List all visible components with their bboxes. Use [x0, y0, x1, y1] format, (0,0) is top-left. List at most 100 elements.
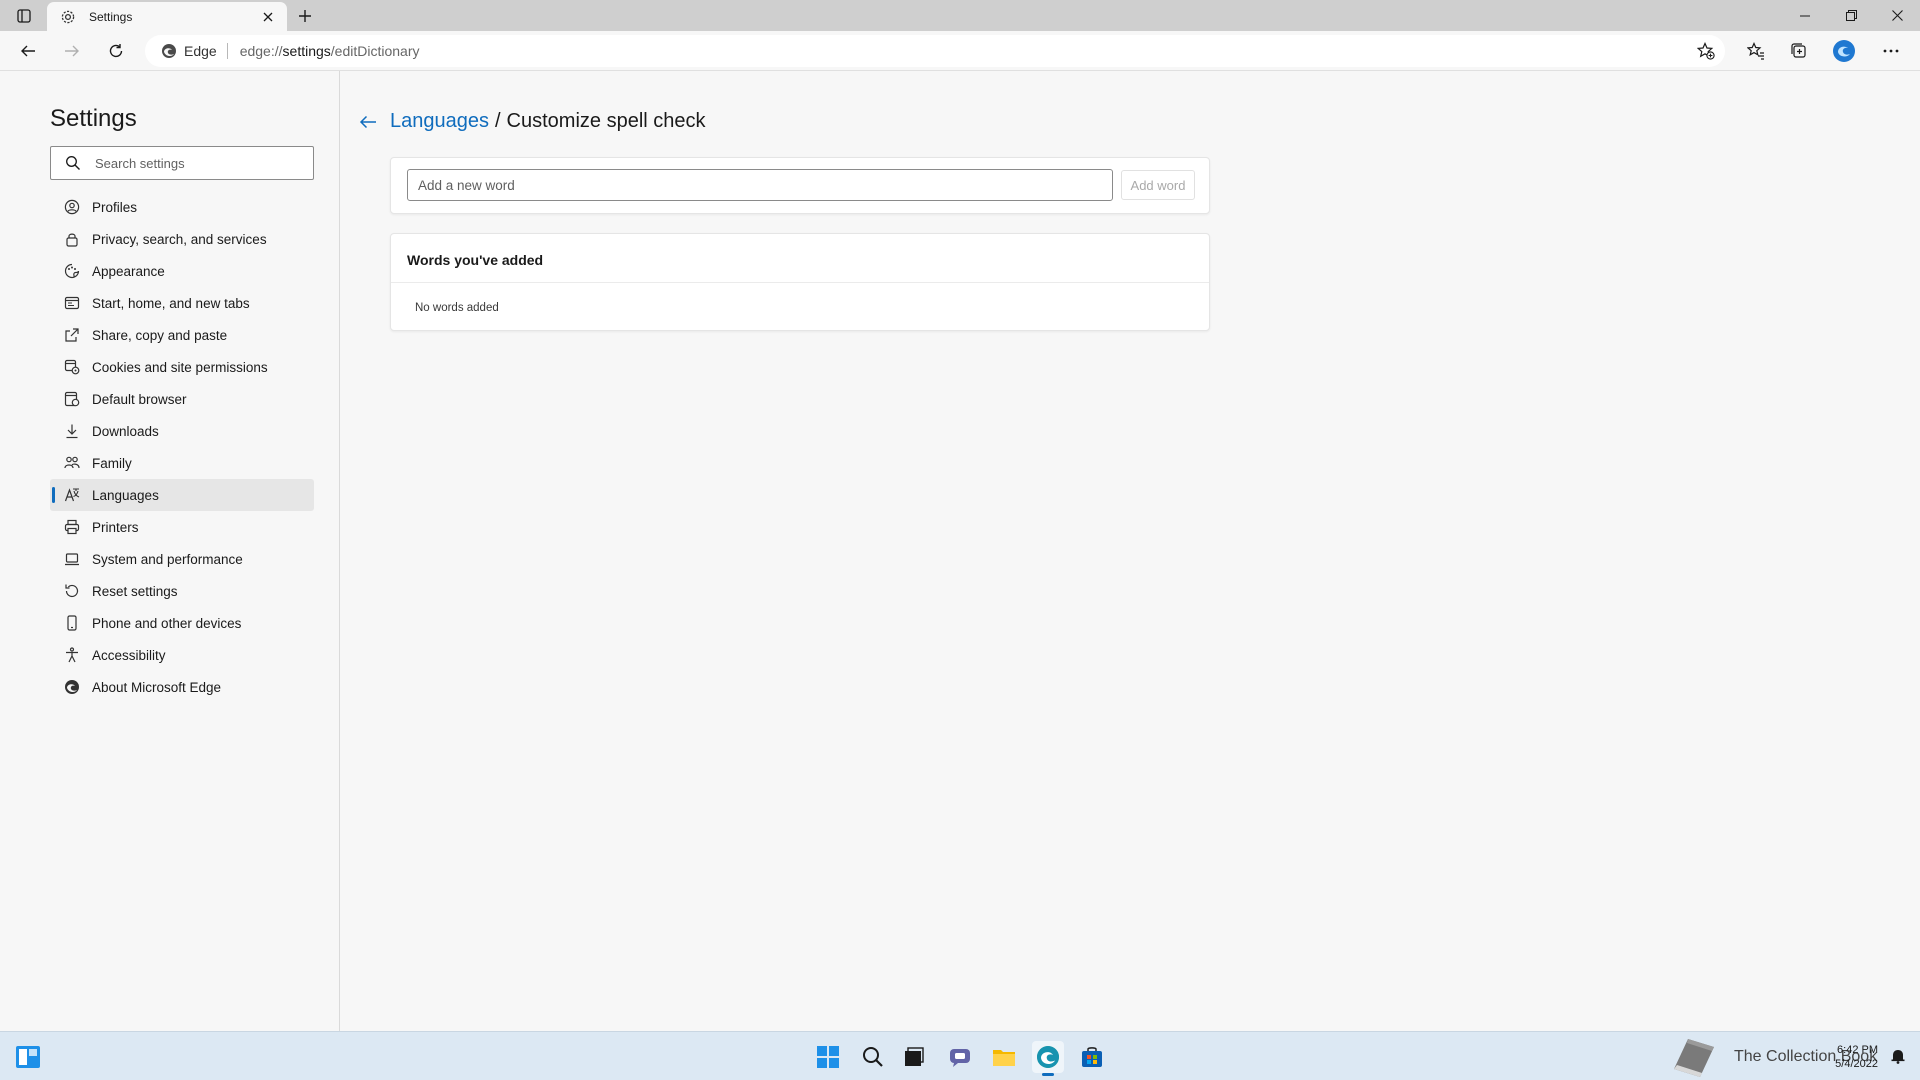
edge-icon: [64, 679, 80, 695]
edge-logo-icon: [161, 43, 177, 59]
sidebar-item-label: About Microsoft Edge: [92, 679, 222, 695]
browser-toolbar: Edge edge://settings/editDictionary: [0, 31, 1920, 71]
sidebar-item-default-browser[interactable]: Default browser: [50, 383, 314, 415]
added-words-heading: Words you've added: [407, 252, 544, 268]
card-divider: [391, 282, 1209, 283]
restore-icon[interactable]: [1828, 0, 1874, 31]
tab-title: Settings: [89, 9, 133, 24]
search-settings-input[interactable]: [95, 155, 295, 171]
sidebar-item-system-and-performance[interactable]: System and performance: [50, 543, 314, 575]
close-tab-icon[interactable]: [259, 8, 277, 26]
settings-title: Settings: [50, 105, 137, 132]
laptop-icon: [64, 551, 80, 567]
sidebar-item-profiles[interactable]: Profiles: [50, 191, 314, 223]
printer-icon: [64, 519, 80, 535]
url-prefix: edge://: [239, 43, 283, 59]
sidebar-item-label: Profiles: [92, 199, 138, 215]
family-icon: [64, 455, 80, 471]
sidebar-item-downloads[interactable]: Downloads: [50, 415, 314, 447]
notification-icon[interactable]: [1890, 1048, 1906, 1064]
sidebar-item-label: Privacy, search, and services: [92, 231, 267, 247]
task-view-icon[interactable]: [898, 1041, 930, 1073]
sidebar-item-languages[interactable]: Languages: [50, 479, 314, 511]
refresh-icon[interactable]: [101, 37, 131, 65]
download-icon: [64, 423, 80, 439]
search-icon: [65, 155, 81, 171]
site-identity-label: Edge: [184, 43, 217, 59]
reset-icon: [64, 583, 80, 599]
address-bar[interactable]: Edge edge://settings/editDictionary: [145, 35, 1725, 67]
book-watermark-icon: [1668, 1035, 1720, 1079]
edge-taskbar-icon[interactable]: [1032, 1041, 1064, 1076]
back-icon[interactable]: [13, 37, 43, 65]
close-window-icon[interactable]: [1874, 0, 1920, 31]
teams-chat-icon[interactable]: [944, 1041, 976, 1073]
sidebar-item-privacy-search-and-services[interactable]: Privacy, search, and services: [50, 223, 314, 255]
sidebar-item-accessibility[interactable]: Accessibility: [50, 639, 314, 671]
add-favorite-icon[interactable]: [1695, 41, 1717, 61]
sidebar-item-label: Printers: [92, 519, 139, 535]
sidebar-item-about-microsoft-edge[interactable]: About Microsoft Edge: [50, 671, 314, 703]
accessibility-icon: [64, 647, 80, 663]
sidebar-item-label: Reset settings: [92, 583, 178, 599]
sidebar-item-printers[interactable]: Printers: [50, 511, 314, 543]
sidebar-item-label: Share, copy and paste: [92, 327, 228, 343]
sidebar-item-start-home-and-new-tabs[interactable]: Start, home, and new tabs: [50, 287, 314, 319]
profile-avatar-icon[interactable]: [1829, 37, 1859, 65]
new-word-input[interactable]: [407, 169, 1113, 201]
store-icon[interactable]: [1076, 1041, 1108, 1073]
minimize-icon[interactable]: [1782, 0, 1828, 31]
collections-icon[interactable]: [1784, 37, 1814, 65]
appearance-icon: [64, 263, 80, 279]
url-suffix: /editDictionary: [330, 43, 420, 59]
address-separator: [226, 43, 228, 59]
back-arrow-icon[interactable]: [358, 112, 378, 132]
tab-actions-icon[interactable]: [10, 5, 38, 27]
tab-settings[interactable]: Settings: [47, 2, 287, 31]
new-tab-icon[interactable]: [294, 5, 316, 27]
sidebar-item-label: Default browser: [92, 391, 187, 407]
url-text[interactable]: edge://settings/editDictionary: [240, 43, 420, 59]
tab-strip: Settings: [0, 0, 1920, 31]
lock-icon: [64, 231, 80, 247]
favorites-icon[interactable]: [1741, 37, 1771, 65]
sidebar-item-cookies-and-site-permissions[interactable]: Cookies and site permissions: [50, 351, 314, 383]
sidebar-item-label: Accessibility: [92, 647, 166, 663]
search-icon[interactable]: [857, 1041, 889, 1073]
sidebar-item-phone-and-other-devices[interactable]: Phone and other devices: [50, 607, 314, 639]
breadcrumb-separator: /: [494, 110, 501, 132]
sidebar-item-family[interactable]: Family: [50, 447, 314, 479]
sidebar-item-label: Appearance: [92, 263, 165, 279]
sidebar-item-share-copy-and-paste[interactable]: Share, copy and paste: [50, 319, 314, 351]
sidebar-item-appearance[interactable]: Appearance: [50, 255, 314, 287]
taskbar: The Collection Book 6:42 PM 5/4/2022: [0, 1031, 1920, 1080]
settings-nav: Profiles Privacy, search, and services App…: [50, 191, 314, 703]
settings-sidebar: Settings Profiles Privacy, search, and se…: [0, 71, 340, 1031]
search-settings-box[interactable]: [50, 146, 314, 180]
main-content: Languages / Customize spell check Add wo…: [341, 71, 1920, 1031]
forward-icon[interactable]: [57, 37, 87, 65]
breadcrumb: Languages / Customize spell check: [358, 110, 706, 133]
sidebar-item-label: Languages: [92, 487, 159, 503]
start-icon: [64, 295, 80, 311]
more-options-icon[interactable]: [1876, 37, 1906, 65]
add-word-button[interactable]: Add word: [1121, 170, 1195, 200]
widgets-icon[interactable]: [12, 1041, 44, 1073]
cookies-icon: [64, 359, 80, 375]
url-main: settings: [282, 43, 331, 59]
sidebar-item-label: Downloads: [92, 423, 159, 439]
languages-icon: [64, 487, 80, 503]
sidebar-item-reset-settings[interactable]: Reset settings: [50, 575, 314, 607]
sidebar-item-label: Phone and other devices: [92, 615, 242, 631]
clock-time: 6:42 PM: [1837, 1044, 1878, 1056]
clock[interactable]: 6:42 PM 5/4/2022: [1835, 1043, 1878, 1071]
clock-date: 5/4/2022: [1835, 1058, 1878, 1070]
page-title: Customize spell check: [506, 110, 706, 132]
breadcrumb-languages-link[interactable]: Languages: [390, 110, 489, 133]
sidebar-item-label: Cookies and site permissions: [92, 359, 268, 375]
add-word-card: Add word: [390, 157, 1210, 214]
sidebar-item-label: Family: [92, 455, 132, 471]
file-explorer-icon[interactable]: [988, 1041, 1020, 1073]
profile-icon: [64, 199, 80, 215]
start-windows-icon[interactable]: [812, 1041, 844, 1073]
